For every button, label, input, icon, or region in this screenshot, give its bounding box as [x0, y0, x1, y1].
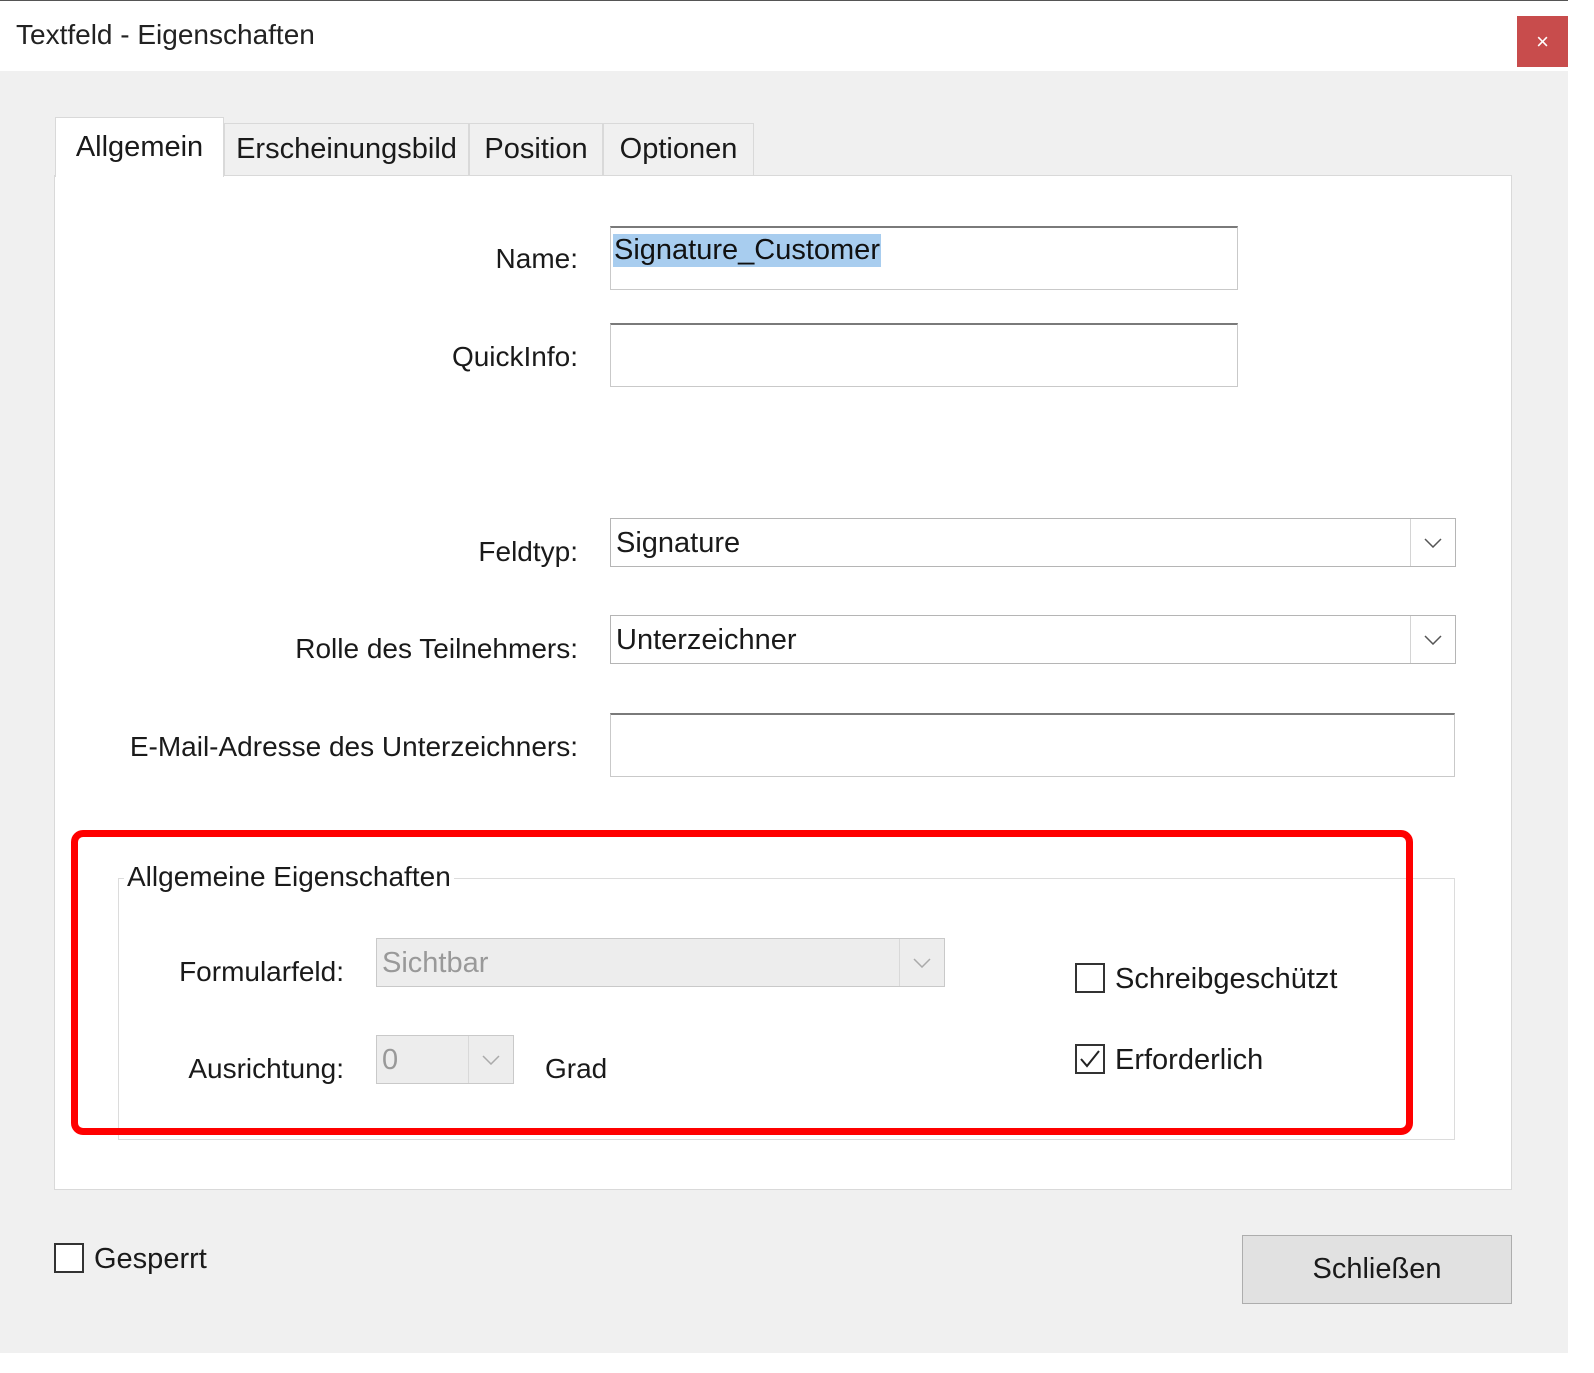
- name-input[interactable]: Signature_Customer: [610, 226, 1238, 290]
- feldtyp-label: Feldtyp:: [478, 536, 578, 567]
- erforderlich-label[interactable]: Erforderlich: [1115, 1044, 1263, 1077]
- tab-allgemein[interactable]: Allgemein: [55, 117, 224, 177]
- name-value: Signature_Customer: [613, 234, 881, 267]
- quickinfo-input[interactable]: [610, 323, 1238, 387]
- ausrichtung-value: 0: [382, 1044, 399, 1076]
- chevron-down-icon[interactable]: [899, 939, 944, 986]
- schliessen-button[interactable]: Schließen: [1242, 1235, 1512, 1304]
- tab-position[interactable]: Position: [469, 123, 603, 175]
- tab-label: Position: [484, 133, 588, 165]
- checkmark-icon: [1080, 1050, 1100, 1068]
- rolle-dropdown[interactable]: Unterzeichner: [610, 615, 1456, 664]
- chevron-down-icon[interactable]: [1410, 616, 1455, 663]
- schreibgeschuetzt-checkbox[interactable]: [1075, 963, 1105, 993]
- rolle-value: Unterzeichner: [616, 624, 797, 656]
- dialog-title: Textfeld - Eigenschaften: [16, 19, 315, 50]
- name-label: Name:: [495, 243, 578, 274]
- chevron-down-icon[interactable]: [468, 1036, 513, 1083]
- email-label: E-Mail-Adresse des Unterzeichners:: [129, 731, 578, 762]
- tab-optionen[interactable]: Optionen: [603, 123, 754, 175]
- rolle-label: Rolle des Teilnehmers:: [295, 633, 578, 664]
- schreibgeschuetzt-label[interactable]: Schreibgeschützt: [1115, 963, 1337, 996]
- erforderlich-checkbox[interactable]: [1075, 1044, 1105, 1074]
- grad-label: Grad: [545, 1053, 608, 1084]
- properties-dialog: Textfeld - Eigenschaften × Allgemein Ers…: [0, 0, 1568, 1353]
- email-input[interactable]: [610, 713, 1455, 777]
- chevron-down-icon[interactable]: [1410, 519, 1455, 566]
- feldtyp-dropdown[interactable]: Signature: [610, 518, 1456, 567]
- formularfeld-label: Formularfeld:: [179, 956, 344, 987]
- tab-label: Erscheinungsbild: [236, 133, 457, 165]
- tab-erscheinungsbild[interactable]: Erscheinungsbild: [224, 123, 469, 175]
- formularfeld-value: Sichtbar: [382, 947, 489, 979]
- close-window-button[interactable]: ×: [1517, 16, 1568, 67]
- gesperrt-label[interactable]: Gesperrt: [94, 1243, 207, 1276]
- feldtyp-value: Signature: [616, 527, 741, 559]
- quickinfo-label: QuickInfo:: [451, 341, 578, 372]
- close-icon: ×: [1536, 28, 1549, 54]
- ausrichtung-label: Ausrichtung:: [188, 1053, 344, 1084]
- tab-label: Optionen: [619, 133, 738, 165]
- ausrichtung-dropdown[interactable]: 0: [376, 1035, 514, 1084]
- tab-label: Allgemein: [75, 131, 204, 163]
- general-properties-group: [118, 878, 1455, 1140]
- title-bar: Textfeld - Eigenschaften ×: [0, 1, 1568, 71]
- gesperrt-checkbox[interactable]: [54, 1243, 84, 1273]
- formularfeld-dropdown[interactable]: Sichtbar: [376, 938, 945, 987]
- schliessen-label: Schließen: [1312, 1253, 1442, 1285]
- group-title: Allgemeine Eigenschaften: [124, 861, 454, 893]
